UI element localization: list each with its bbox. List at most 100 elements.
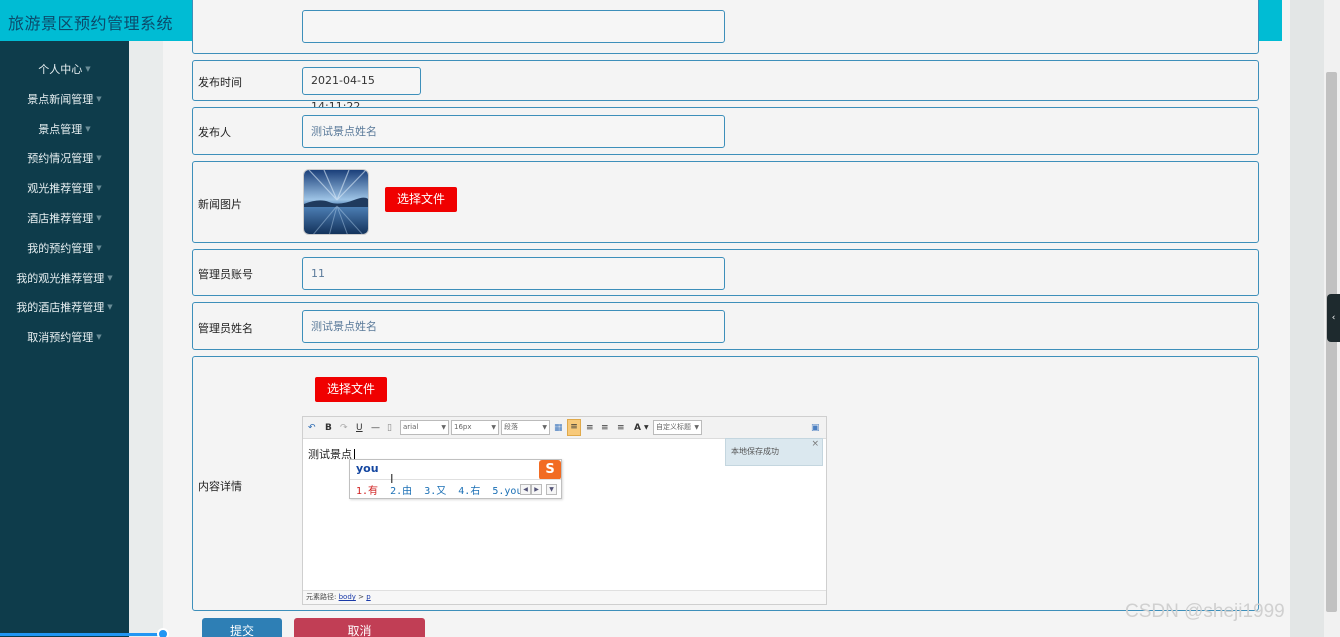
save-tip-text: 本地保存成功 (731, 447, 779, 456)
chevron-down-icon: ▼ (96, 214, 102, 223)
publisher-label: 发布人 (198, 126, 231, 139)
align-center-icon[interactable]: ≡ (586, 421, 594, 435)
form-row-content: 内容详情 选择文件 ↶ B ↷ U — ▯ arial ▼ 16px ▼ 段落 ▼ ▦… (192, 356, 1259, 611)
align-right-icon[interactable]: ≡ (601, 421, 609, 435)
redo-icon[interactable]: ↷ (340, 421, 348, 435)
submit-button[interactable]: 提交 (202, 618, 282, 637)
sidebar-item-label: 我的预约管理 (27, 241, 94, 255)
bold-icon[interactable]: B (325, 421, 332, 435)
sidebar-item-cancel-reservation[interactable]: 取消预约管理 ▼ (0, 323, 129, 353)
dropdown-arrow-icon: ▼ (441, 424, 446, 431)
element-path-body-link[interactable]: body (339, 593, 356, 601)
table-icon[interactable]: ▦ (554, 421, 563, 435)
ime-pinyin: you (356, 462, 379, 475)
sidebar-item-label: 景点新闻管理 (27, 92, 94, 106)
save-success-tip: 本地保存成功 × (725, 438, 823, 466)
rich-text-editor[interactable]: ↶ B ↷ U — ▯ arial ▼ 16px ▼ 段落 ▼ ▦ ≡ ≡ ≡ ≡ A… (302, 416, 827, 605)
close-icon[interactable]: × (811, 431, 819, 457)
ime-candidate[interactable]: 3.又 (424, 486, 446, 497)
chevron-down-icon: ▼ (107, 273, 113, 282)
sidebar-menu: 个人中心 ▼ 景点新闻管理 ▼ 景点管理 ▼ 预约情况管理 ▼ 观光推荐管理 ▼ 酒店推荐… (0, 55, 129, 353)
sidebar-item-news[interactable]: 景点新闻管理 ▼ (0, 85, 129, 115)
ime-next-icon[interactable]: ▶ (531, 484, 542, 495)
admin-account-label: 管理员账号 (198, 268, 253, 281)
sidebar-item-my-reservations[interactable]: 我的预约管理 ▼ (0, 234, 129, 264)
sidebar-item-reservations[interactable]: 预约情况管理 ▼ (0, 144, 129, 174)
ime-menu-icon[interactable]: ▼ (546, 484, 557, 495)
sidebar-item-label: 我的观光推荐管理 (16, 271, 105, 285)
ime-candidate-popup[interactable]: you S 1.有 2.由 3.又 4.右 5.you ◀ ▶ ▼ (349, 459, 562, 499)
editor-element-path: 元素路径: body > p (303, 590, 826, 604)
align-justify-icon[interactable]: ≡ (617, 421, 625, 435)
content-label: 内容详情 (198, 480, 242, 493)
sogou-ime-icon: S (539, 460, 561, 480)
font-family-value: arial (403, 423, 419, 431)
sidebar-item-label: 预约情况管理 (27, 152, 94, 166)
ime-candidate[interactable]: 5.you (492, 486, 522, 497)
form-row-news-image: 新闻图片 选择文件 (192, 161, 1259, 243)
partial-input[interactable] (302, 10, 725, 43)
font-color-icon[interactable]: A (634, 421, 641, 435)
sidebar-item-sightseeing[interactable]: 观光推荐管理 ▼ (0, 174, 129, 204)
editor-content[interactable]: 测试景点 (308, 446, 355, 462)
sidebar-item-personal-center[interactable]: 个人中心 ▼ (0, 55, 129, 85)
dropdown-arrow-icon: ▼ (694, 424, 699, 431)
chevron-down-icon: ▼ (96, 154, 102, 163)
undo-icon[interactable]: ↶ (308, 421, 316, 435)
choose-content-file-button[interactable]: 选择文件 (315, 377, 387, 402)
publish-time-label: 发布时间 (198, 76, 242, 89)
news-image-label: 新闻图片 (198, 198, 242, 211)
sidebar-item-label: 取消预约管理 (27, 331, 94, 345)
ime-candidate[interactable]: 4.右 (458, 486, 480, 497)
video-progress-bar[interactable] (0, 633, 165, 636)
sidebar-item-my-hotel[interactable]: 我的酒店推荐管理 ▼ (0, 293, 129, 323)
cancel-button[interactable]: 取消 (294, 618, 425, 637)
chevron-down-icon: ▼ (85, 124, 91, 133)
chevron-down-icon: ▼ (107, 303, 113, 312)
admin-name-input[interactable]: 测试景点姓名 (302, 310, 725, 343)
chevron-down-icon: ▼ (96, 333, 102, 342)
editor-toolbar: ↶ B ↷ U — ▯ arial ▼ 16px ▼ 段落 ▼ ▦ ≡ ≡ ≡ ≡ A… (303, 417, 826, 439)
form-row-admin-account: 管理员账号 11 (192, 249, 1259, 296)
ime-prev-icon[interactable]: ◀ (520, 484, 531, 495)
paragraph-select[interactable]: 段落 ▼ (501, 420, 550, 435)
sidebar-item-scenic[interactable]: 景点管理 ▼ (0, 115, 129, 145)
dropdown-arrow-icon: ▼ (542, 424, 547, 431)
scrollbar-thumb[interactable] (1326, 72, 1337, 612)
i-beam-cursor-icon: I (390, 472, 394, 486)
video-progress-knob[interactable] (157, 628, 169, 637)
chevron-down-icon: ▼ (96, 184, 102, 193)
publisher-input[interactable]: 测试景点姓名 (302, 115, 725, 148)
form-row-publisher: 发布人 测试景点姓名 (192, 107, 1259, 155)
element-path-label: 元素路径: (306, 593, 337, 601)
sidebar: 个人中心 ▼ 景点新闻管理 ▼ 景点管理 ▼ 预约情况管理 ▼ 观光推荐管理 ▼ 酒店推荐… (0, 0, 129, 637)
app-title: 旅游景区预约管理系统 (8, 14, 174, 33)
custom-title-select[interactable]: 自定义标题 ▼ (653, 420, 702, 435)
ime-divider (350, 479, 561, 480)
document-icon[interactable]: ▯ (387, 421, 392, 435)
font-size-select[interactable]: 16px ▼ (451, 420, 499, 435)
side-collapse-tab[interactable]: ‹ (1327, 294, 1340, 342)
sidebar-item-hotel[interactable]: 酒店推荐管理 ▼ (0, 204, 129, 234)
horizontal-rule-icon[interactable]: — (371, 421, 380, 435)
font-size-value: 16px (454, 423, 472, 431)
chevron-down-icon: ▼ (96, 243, 102, 252)
font-family-select[interactable]: arial ▼ (400, 420, 449, 435)
sidebar-item-label: 景点管理 (38, 122, 83, 136)
form-row-partial (192, 0, 1259, 54)
publish-time-input[interactable]: 2021-04-15 14:11:22 (302, 67, 421, 113)
chevron-down-icon[interactable]: ▼ (644, 421, 649, 435)
element-path-p-link[interactable]: p (366, 593, 370, 601)
align-left-icon[interactable]: ≡ (567, 419, 581, 436)
dropdown-arrow-icon: ▼ (491, 424, 496, 431)
choose-image-file-button[interactable]: 选择文件 (385, 187, 457, 212)
underline-icon[interactable]: U (356, 421, 363, 435)
ime-candidate[interactable]: 2.由 (390, 486, 412, 497)
admin-account-input[interactable]: 11 (302, 257, 725, 290)
form-row-admin-name: 管理员姓名 测试景点姓名 (192, 302, 1259, 350)
ime-candidates: 1.有 2.由 3.又 4.右 5.you (356, 482, 522, 497)
ime-candidate[interactable]: 1.有 (356, 486, 378, 497)
sidebar-item-label: 个人中心 (38, 63, 83, 76)
chevron-down-icon: ▼ (85, 65, 91, 74)
sidebar-item-my-sightseeing[interactable]: 我的观光推荐管理 ▼ (0, 264, 129, 294)
